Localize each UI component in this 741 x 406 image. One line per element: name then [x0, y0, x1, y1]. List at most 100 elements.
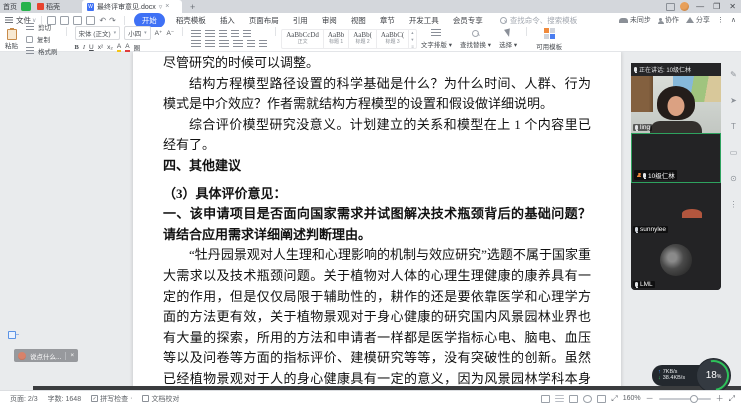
menu-tab-references[interactable]: 引用: [293, 15, 308, 26]
view-web-icon[interactable]: [569, 395, 578, 403]
menu-tab-dev-tools[interactable]: 开发工具: [409, 15, 439, 26]
menu-tab-section[interactable]: 章节: [380, 15, 395, 26]
new-tab-button[interactable]: +: [190, 2, 195, 12]
shading-icon[interactable]: [259, 40, 267, 48]
share-button[interactable]: 分享: [686, 15, 710, 25]
underline-button[interactable]: U: [89, 44, 94, 51]
view-page-icon[interactable]: [541, 395, 550, 403]
menu-tab-page-layout[interactable]: 页面布局: [249, 15, 279, 26]
font-color-button[interactable]: A: [125, 43, 129, 52]
view-write-icon[interactable]: [597, 395, 606, 403]
spell-check-toggle[interactable]: ✓ 拼写检查 ·: [91, 394, 132, 404]
copy-button[interactable]: 复制: [26, 34, 58, 44]
collapse-ribbon-icon[interactable]: ∧: [731, 16, 736, 24]
grow-font-button[interactable]: A⁺: [155, 29, 163, 37]
tab-menu-icon[interactable]: ▿: [159, 3, 163, 11]
proofread-button[interactable]: 文档校对: [142, 394, 179, 404]
maximize-button[interactable]: ❐: [711, 2, 722, 11]
close-button[interactable]: ✕: [727, 2, 738, 11]
font-family-select[interactable]: 宋体 (正文)▾: [75, 26, 121, 40]
word-count[interactable]: 字数: 1648: [48, 394, 81, 404]
menu-tab-insert[interactable]: 插入: [220, 15, 235, 26]
command-search[interactable]: 查找命令、搜索模板: [500, 15, 578, 26]
align-center-icon[interactable]: [205, 40, 215, 48]
video-tile-10jirenlin[interactable]: 10级仁林: [631, 133, 721, 183]
shrink-font-button[interactable]: A⁻: [166, 29, 174, 37]
export-icon[interactable]: [60, 16, 69, 25]
subscript-button[interactable]: x₂: [107, 44, 113, 51]
user-avatar[interactable]: [680, 2, 689, 11]
enclose-char-button[interactable]: 圈: [134, 42, 141, 52]
collaborate-button[interactable]: 协作: [658, 15, 679, 25]
shape-tool-icon[interactable]: ▭: [730, 148, 738, 157]
pointer-icon[interactable]: ➤: [730, 96, 737, 105]
cpu-usage-badge[interactable]: 18 %: [696, 358, 731, 390]
zoom-level[interactable]: 160%: [623, 395, 641, 402]
more-menu-icon[interactable]: ⋮: [717, 16, 724, 24]
style-normal[interactable]: AaBbCcDd正文: [282, 30, 324, 48]
sync-status[interactable]: 未同步: [619, 15, 651, 25]
numbered-list-icon[interactable]: [205, 30, 215, 38]
paste-button[interactable]: 粘贴: [0, 27, 23, 51]
comment-marker-icon[interactable]: [8, 331, 16, 339]
video-tile-ling[interactable]: ling: [631, 76, 721, 133]
assistant-chat-pill[interactable]: 说点什么... ×: [14, 349, 78, 362]
align-right-icon[interactable]: [219, 40, 229, 48]
menu-tab-view[interactable]: 视图: [351, 15, 366, 26]
style-gallery-scroll[interactable]: ▴▾≡: [409, 30, 416, 48]
tab-document[interactable]: W 最终评审意见.docx ▿ ×: [82, 0, 182, 13]
zoom-slider-thumb[interactable]: [690, 395, 698, 403]
minimize-button[interactable]: —: [694, 2, 706, 11]
fit-page-icon[interactable]: ⤢: [611, 394, 617, 404]
tab-home[interactable]: 首页: [3, 2, 17, 12]
mic-icon: [635, 282, 638, 287]
skin-icon[interactable]: [666, 3, 675, 11]
tab-docer[interactable]: 稻壳: [37, 2, 60, 12]
italic-button[interactable]: I: [83, 44, 85, 51]
line-spacing-icon[interactable]: [247, 40, 255, 48]
font-size-select[interactable]: 小四▾: [124, 26, 151, 40]
hamburger-icon[interactable]: [5, 17, 13, 23]
select-button[interactable]: 选择 ▾: [495, 27, 521, 51]
undo-icon[interactable]: ↶: [99, 16, 106, 25]
video-tile-lml[interactable]: LML: [631, 235, 721, 290]
preview-icon[interactable]: [86, 16, 95, 25]
style-heading2[interactable]: AaBb(标题 2: [349, 30, 377, 48]
page-indicator[interactable]: 页面: 2/3: [10, 394, 38, 404]
fullscreen-icon[interactable]: ⤢: [729, 394, 735, 404]
view-read-icon[interactable]: [583, 395, 592, 403]
mic-icon: [635, 125, 638, 130]
menu-tab-member[interactable]: 会员专享: [453, 15, 483, 26]
highlight-color-button[interactable]: A: [117, 43, 121, 52]
print-icon[interactable]: [73, 16, 82, 25]
view-outline-icon[interactable]: [555, 395, 564, 402]
templates-button[interactable]: 可用模板: [532, 27, 566, 51]
zoom-out-icon[interactable]: －: [646, 393, 654, 404]
show-marks-icon[interactable]: [243, 30, 251, 38]
assistant-close-icon[interactable]: ×: [70, 352, 74, 359]
text-tool-icon[interactable]: T: [731, 122, 736, 131]
menu-tab-review[interactable]: 审阅: [322, 15, 337, 26]
zoom-in-icon[interactable]: ＋: [716, 393, 724, 404]
bold-button[interactable]: B: [75, 44, 79, 51]
align-left-icon[interactable]: [191, 40, 201, 48]
text-layout-button[interactable]: 文字排版 ▾: [417, 27, 456, 51]
style-heading3[interactable]: AaBbC(标题 3: [377, 30, 409, 48]
cut-button[interactable]: 剪切: [26, 22, 58, 32]
superscript-button[interactable]: x²: [98, 44, 103, 51]
menu-tab-docer-templates[interactable]: 稻壳模板: [176, 15, 206, 26]
target-tool-icon[interactable]: ⊙: [730, 174, 737, 183]
zoom-slider[interactable]: [659, 398, 711, 400]
find-replace-button[interactable]: 查找替换 ▾: [456, 27, 495, 51]
tab-close-icon[interactable]: ×: [165, 3, 169, 10]
style-heading1[interactable]: AaBb标题 1: [324, 30, 349, 48]
video-tile-sunnylee[interactable]: sunnylee: [631, 183, 721, 235]
document-page[interactable]: 尽管研究的时候可以调整。 结构方程模型路径设置的科学基础是什么？为什么时间、人群…: [133, 52, 621, 390]
decrease-indent-icon[interactable]: [219, 30, 227, 38]
justify-icon[interactable]: [233, 40, 243, 48]
more-tools-icon[interactable]: ⋮: [730, 200, 738, 209]
bullet-list-icon[interactable]: [191, 30, 201, 38]
pen-icon[interactable]: ✎: [730, 70, 737, 79]
redo-icon[interactable]: ↷: [109, 16, 116, 25]
increase-indent-icon[interactable]: [231, 30, 239, 38]
